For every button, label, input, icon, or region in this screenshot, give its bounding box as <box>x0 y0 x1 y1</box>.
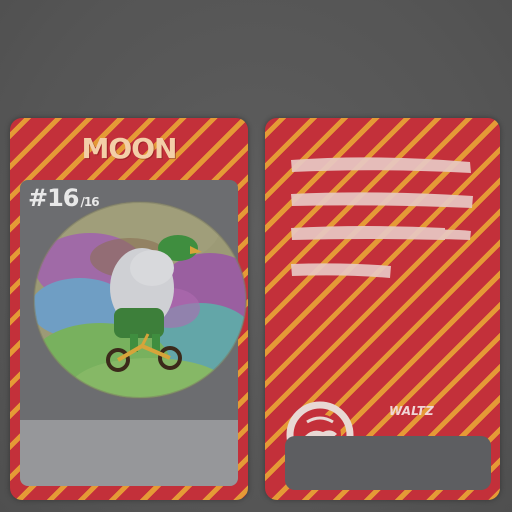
game-scene: MOON #16/16 WALTZ <box>0 0 512 512</box>
card-front[interactable]: MOON #16/16 <box>10 118 248 500</box>
back-panel <box>285 436 491 490</box>
card-back[interactable]: WALTZ <box>265 118 500 500</box>
card-title: MOON <box>81 132 178 165</box>
brand-label: WALTZ <box>389 404 434 418</box>
moon-bike-illustration <box>33 201 247 399</box>
ground-shadow <box>20 420 238 486</box>
